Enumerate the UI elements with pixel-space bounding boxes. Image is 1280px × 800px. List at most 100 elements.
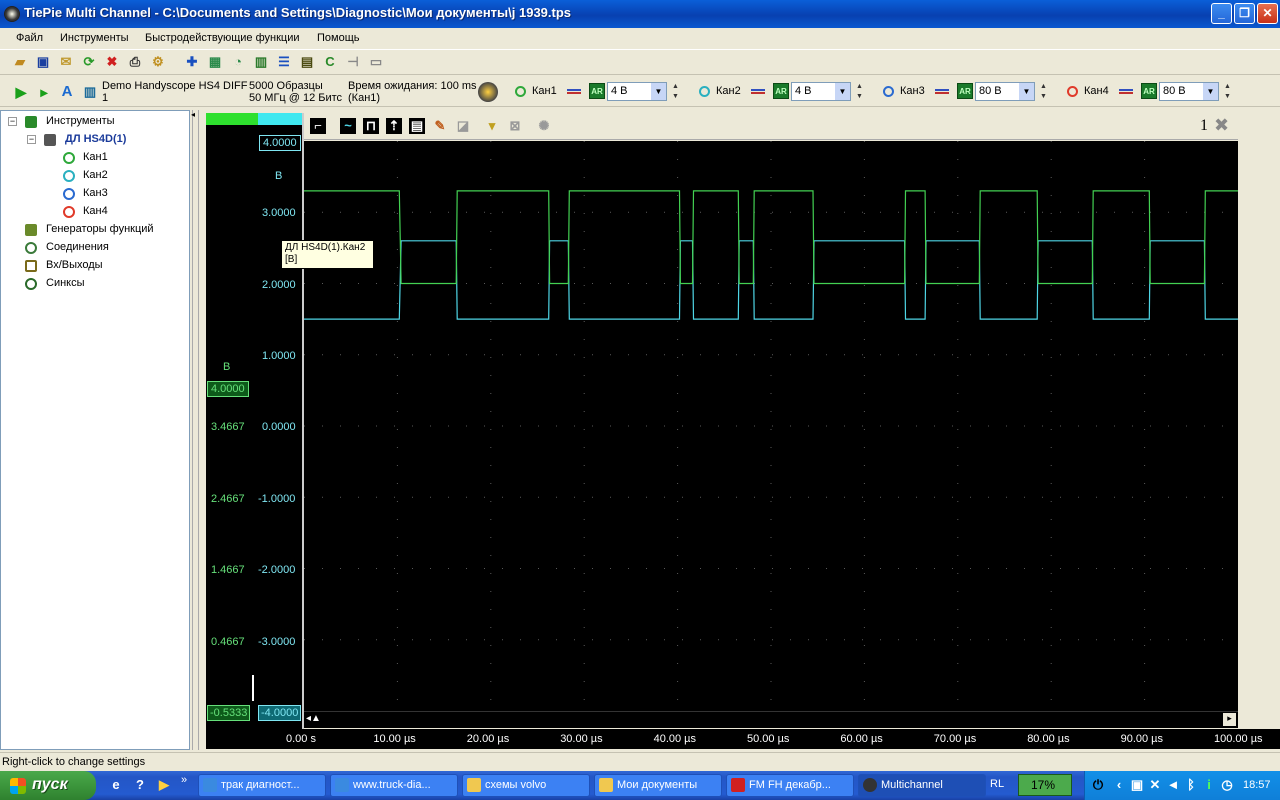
cross-icon[interactable]: ⊠ bbox=[507, 118, 523, 134]
arrow-icon[interactable]: ‹ bbox=[1111, 777, 1127, 793]
start-button[interactable]: пуск bbox=[0, 771, 96, 800]
channel4-autorange-button[interactable]: AR bbox=[1141, 83, 1157, 99]
collapse-panel-icon[interactable]: ◂ bbox=[191, 110, 195, 119]
auto-setup-icon[interactable]: A bbox=[59, 84, 75, 100]
delete-icon[interactable]: ✖ bbox=[104, 54, 120, 70]
record-length[interactable]: 5000 Образцы bbox=[249, 80, 323, 92]
time-axis[interactable]: 0.00 s 10.00 µs 20.00 µs 30.00 µs 40.00 µs 50… bbox=[206, 729, 1280, 749]
measure-icon[interactable]: ~ bbox=[340, 118, 356, 134]
collapse-icon[interactable]: − bbox=[27, 135, 36, 144]
save-icon[interactable]: ▣ bbox=[35, 54, 51, 70]
timeout-knob-icon[interactable] bbox=[478, 82, 498, 102]
open-folder-icon[interactable]: ▰ bbox=[12, 54, 28, 70]
channel1-range-spinner[interactable]: ▲ ▼ bbox=[670, 82, 681, 102]
channel1-coupling-icon[interactable] bbox=[567, 89, 581, 94]
add-icon[interactable]: ✚ bbox=[184, 54, 200, 70]
channel4-coupling-icon[interactable] bbox=[1119, 89, 1133, 94]
info-icon[interactable]: i bbox=[1201, 777, 1217, 793]
scope-plot[interactable] bbox=[304, 141, 1238, 711]
channel2-label[interactable]: Кан2 bbox=[716, 85, 741, 97]
maximize-button[interactable]: ❐ bbox=[1234, 3, 1255, 24]
taskbar-button[interactable]: трак диагност... bbox=[198, 774, 326, 797]
menu-file[interactable]: Файл bbox=[16, 32, 43, 44]
instrument-name[interactable]: Demo Handyscope HS4 DIFF bbox=[102, 80, 248, 92]
menu-quick-functions[interactable]: Быстродействующие функции bbox=[145, 32, 300, 44]
trigger-timeout[interactable]: Время ожидания: 100 ms bbox=[348, 80, 477, 92]
ground-marker-icon[interactable] bbox=[252, 675, 255, 701]
display-icon[interactable]: ▤ bbox=[409, 118, 425, 134]
cursor-icon[interactable]: ⊓ bbox=[363, 118, 379, 134]
email-icon[interactable]: ✉ bbox=[58, 54, 74, 70]
recorder-icon[interactable]: ▤ bbox=[299, 54, 315, 70]
instrument-icon[interactable]: ▥ bbox=[82, 84, 98, 100]
chevron-down-icon[interactable]: ▼ bbox=[1019, 83, 1034, 100]
generator-icon[interactable]: C bbox=[322, 54, 338, 70]
app-icon[interactable] bbox=[4, 6, 20, 22]
cyan-axis-bottom[interactable]: -4.0000 bbox=[258, 705, 302, 721]
scope-close-icon[interactable]: ✖ bbox=[1214, 115, 1229, 136]
collapse-icon[interactable]: − bbox=[8, 117, 17, 126]
channel1-autorange-button[interactable]: AR bbox=[589, 83, 605, 99]
green-channel-strip[interactable] bbox=[206, 113, 258, 125]
connector-icon[interactable]: ▭ bbox=[368, 54, 384, 70]
taskbar-button[interactable]: Мои документы bbox=[594, 774, 722, 797]
fft-icon[interactable]: ▥ bbox=[253, 54, 269, 70]
settings-gear-icon[interactable]: ⚙ bbox=[150, 54, 166, 70]
tree-item-sync[interactable]: Синксы bbox=[46, 277, 85, 289]
pen-icon[interactable]: ✎ bbox=[432, 118, 448, 134]
target-icon[interactable]: ✺ bbox=[536, 118, 552, 134]
channel3-range-spinner[interactable]: ▲ ▼ bbox=[1038, 82, 1049, 102]
run-icon[interactable]: ▶ bbox=[13, 84, 29, 100]
vertical-axis-panel[interactable]: 4.0000 В 3.0000 2.0000 1.0000 0.0000 -1.… bbox=[206, 125, 302, 729]
language-indicator[interactable]: RL bbox=[990, 778, 1004, 790]
chevron-down-icon[interactable]: ▼ bbox=[1203, 83, 1218, 100]
cyan-channel-strip[interactable] bbox=[258, 113, 302, 125]
channel4-range-select[interactable]: 80 В ▼ bbox=[1159, 82, 1219, 101]
taskbar-button[interactable]: схемы volvo bbox=[462, 774, 590, 797]
minimize-button[interactable]: _ bbox=[1211, 3, 1232, 24]
clock-icon[interactable]: ◷ bbox=[1219, 777, 1235, 793]
channel3-range-select[interactable]: 80 В ▼ bbox=[975, 82, 1035, 101]
instrument-tree[interactable]: − Инструменты − ДЛ HS4D(1) Кан1 Кан2 Кан… bbox=[0, 110, 190, 750]
cpu-meter[interactable]: 17% bbox=[1018, 774, 1072, 796]
channel2-range-spinner[interactable]: ▲ ▼ bbox=[854, 82, 865, 102]
menu-instruments[interactable]: Инструменты bbox=[60, 32, 129, 44]
tree-item-device[interactable]: ДЛ HS4D(1) bbox=[65, 133, 126, 145]
new-meter-icon[interactable]: ◔ bbox=[230, 54, 246, 70]
channel-icon[interactable]: ☰ bbox=[276, 54, 292, 70]
media-quicklaunch-icon[interactable]: ▶ bbox=[156, 777, 172, 793]
quicklaunch-overflow[interactable]: » bbox=[181, 774, 187, 786]
volume-icon[interactable]: ◄ bbox=[1165, 777, 1181, 793]
fullscreen-icon[interactable]: ◪ bbox=[455, 118, 471, 134]
help-quicklaunch-icon[interactable]: ? bbox=[132, 777, 148, 793]
tree-item-generators[interactable]: Генераторы функций bbox=[46, 223, 154, 235]
taskbar-button[interactable]: FM FH декабр... bbox=[726, 774, 854, 797]
tree-item-io[interactable]: Вх/Выходы bbox=[46, 259, 103, 271]
bluetooth-icon[interactable]: ᛒ bbox=[1183, 777, 1199, 793]
trigger-icon[interactable]: ⇡ bbox=[386, 118, 402, 134]
green-axis-top[interactable]: 4.0000 bbox=[207, 381, 249, 397]
probe-icon[interactable]: ⊣ bbox=[345, 54, 361, 70]
tree-item-instruments[interactable]: Инструменты bbox=[46, 115, 115, 127]
channel4-range-spinner[interactable]: ▲ ▼ bbox=[1222, 82, 1233, 102]
single-shot-icon[interactable]: ▸ bbox=[36, 84, 52, 100]
scroll-right-icon[interactable]: ▸ bbox=[1223, 713, 1236, 726]
tree-item-channel3[interactable]: Кан3 bbox=[83, 187, 108, 199]
green-axis-bottom[interactable]: -0.5333 bbox=[207, 705, 251, 721]
new-scope-icon[interactable]: ▦ bbox=[207, 54, 223, 70]
scroll-left-icon[interactable]: ◂▲ bbox=[306, 713, 321, 724]
sample-rate[interactable]: 50 МГц @ 12 Битс bbox=[249, 92, 342, 104]
channel1-range-select[interactable]: 4 В ▼ bbox=[607, 82, 667, 101]
panel-splitter[interactable]: ◂ bbox=[190, 110, 202, 750]
chevron-down-icon[interactable]: ▼ bbox=[651, 83, 666, 100]
close-button[interactable]: ✕ bbox=[1257, 3, 1278, 24]
chevron-down-icon[interactable]: ▼ bbox=[835, 83, 850, 100]
channel2-coupling-icon[interactable] bbox=[751, 89, 765, 94]
cyan-axis-top[interactable]: 4.0000 bbox=[259, 135, 301, 151]
channel2-range-select[interactable]: 4 В ▼ bbox=[791, 82, 851, 101]
ie-quicklaunch-icon[interactable]: e bbox=[108, 777, 124, 793]
channel4-label[interactable]: Кан4 bbox=[1084, 85, 1109, 97]
network-icon[interactable]: ▣ bbox=[1129, 777, 1145, 793]
print-icon[interactable]: ⎙ bbox=[127, 54, 143, 70]
channel3-autorange-button[interactable]: AR bbox=[957, 83, 973, 99]
